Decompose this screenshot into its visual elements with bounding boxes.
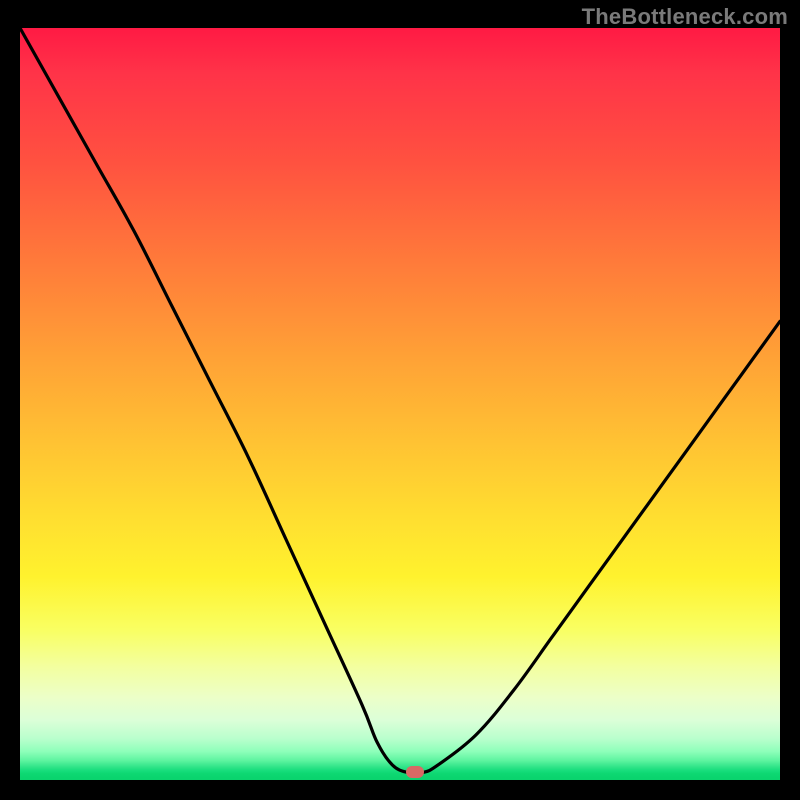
- optimal-point-marker: [406, 766, 424, 778]
- chart-frame: TheBottleneck.com: [0, 0, 800, 800]
- bottleneck-curve: [20, 28, 780, 780]
- watermark-text: TheBottleneck.com: [582, 4, 788, 30]
- plot-area: [20, 28, 780, 780]
